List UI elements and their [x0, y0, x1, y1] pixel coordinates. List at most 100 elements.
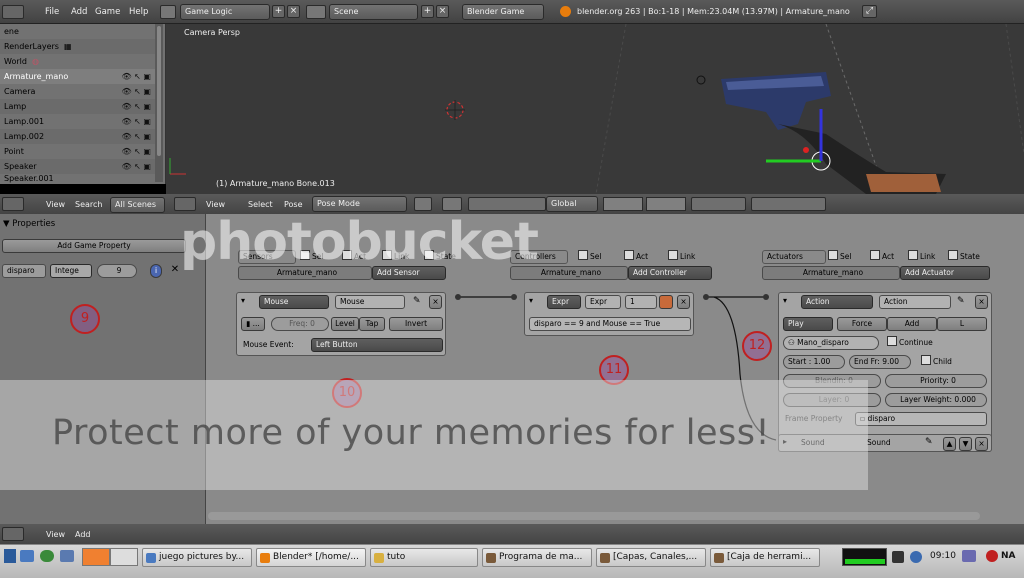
remove-screen-button[interactable]: × [287, 5, 300, 18]
workspace-1[interactable] [82, 548, 110, 566]
move-down-button[interactable]: ▼ [959, 437, 972, 451]
volume-icon[interactable] [892, 551, 904, 563]
add-game-property-button[interactable]: Add Game Property [2, 239, 186, 253]
menu-pose[interactable]: Pose [284, 200, 303, 209]
actuator-type-dropdown[interactable]: Action [801, 295, 873, 309]
network-icon[interactable] [910, 551, 922, 563]
layer-weight-field[interactable]: Layer Weight: 0.000 [885, 393, 987, 407]
outliner-item[interactable]: Lamp.002 👁 ↖ ▣ [0, 129, 155, 144]
task-blender[interactable]: Blender* [/home/... [256, 548, 366, 567]
properties-title[interactable]: ▼ Properties [3, 219, 55, 229]
menu-help[interactable]: Help [129, 7, 148, 17]
fullscreen-button[interactable]: ⤢ [862, 5, 877, 18]
menu-select[interactable]: Select [248, 200, 273, 209]
outliner-item[interactable]: Lamp 👁 ↖ ▣ [0, 99, 155, 114]
outliner-scrollbar[interactable] [155, 24, 163, 182]
property-name-field[interactable]: disparo [2, 264, 46, 278]
task-programa[interactable]: Programa de ma... [482, 548, 592, 567]
desktop-icon[interactable] [60, 550, 74, 562]
add-screen-button[interactable]: + [272, 5, 285, 18]
outliner-item[interactable]: Lamp.001 👁 ↖ ▣ [0, 114, 155, 129]
mode-dropdown[interactable]: Pose Mode [312, 196, 407, 212]
folder-icon[interactable] [20, 550, 34, 562]
render-icons[interactable] [751, 197, 826, 211]
collapse-icon[interactable]: ▾ [783, 296, 787, 305]
manipulator-icons[interactable] [468, 197, 546, 211]
editor-type-icon[interactable] [2, 5, 24, 19]
state-icon[interactable] [659, 295, 673, 309]
shading-icon[interactable] [414, 197, 432, 211]
remove-scene-button[interactable]: × [436, 5, 449, 18]
add-mode-button[interactable]: Add [887, 317, 937, 331]
task-tuto[interactable]: tuto [370, 548, 478, 567]
menu-view[interactable]: View [46, 530, 65, 539]
screen-layout-icon[interactable] [160, 5, 176, 19]
menu-view[interactable]: View [46, 200, 65, 209]
collapse-icon[interactable]: ▾ [529, 296, 533, 305]
force-button[interactable]: Force [837, 317, 887, 331]
outliner-item-selected[interactable]: Armature_mano 👁 ↖ ▣ [0, 69, 155, 84]
property-value-field[interactable]: 9 [97, 264, 137, 278]
action-name-field[interactable]: ⚇ Mano_disparo [783, 336, 879, 350]
actuator-name-field[interactable]: Action [879, 295, 951, 309]
pin-icon[interactable]: ✎ [925, 437, 933, 447]
frame-property-field[interactable]: ▫ disparo [855, 412, 987, 426]
editor-type-icon[interactable] [174, 197, 196, 211]
pose-tool-icons[interactable] [691, 197, 746, 211]
remove-actuator-button[interactable]: × [975, 295, 988, 309]
remove-sound-button[interactable]: × [975, 437, 988, 451]
controller-priority-field[interactable]: 1 [625, 295, 657, 309]
menu-view[interactable]: View [206, 200, 225, 209]
menu-add[interactable]: Add [71, 7, 87, 17]
outliner-item[interactable]: Speaker 👁 ↖ ▣ [0, 159, 155, 174]
scene-field[interactable]: Scene [329, 4, 418, 20]
debug-info-icon[interactable]: i [150, 264, 162, 278]
3d-viewport[interactable]: Camera Persp (1) Armature_mano Bone.013 [166, 24, 1024, 194]
menu-file[interactable]: File [45, 7, 59, 17]
add-scene-button[interactable]: + [421, 5, 434, 18]
orientation-dropdown[interactable]: Global [546, 196, 598, 212]
task-juego[interactable]: juego pictures by... [142, 548, 252, 567]
editor-type-icon[interactable] [2, 527, 24, 541]
layer-buttons[interactable] [603, 197, 643, 211]
editor-type-icon[interactable] [2, 197, 24, 211]
render-engine-dropdown[interactable]: Blender Game [462, 4, 544, 20]
pivot-icon[interactable] [442, 197, 462, 211]
scene-filter-dropdown[interactable]: All Scenes [110, 197, 165, 213]
play-mode-dropdown[interactable]: Play [783, 317, 833, 331]
screen-layout-field[interactable]: Game Logic [180, 4, 270, 20]
move-up-button[interactable]: ▲ [943, 437, 956, 451]
local-button[interactable]: L [937, 317, 987, 331]
expression-field[interactable]: disparo == 9 and Mouse == True [529, 317, 691, 331]
keyboard-layout[interactable]: NA [1001, 551, 1016, 561]
outliner-item[interactable]: Speaker.001 [0, 174, 155, 184]
remove-controller-button[interactable]: × [677, 295, 690, 309]
start-menu-icon[interactable] [4, 549, 16, 563]
logic-scrollbar[interactable] [208, 512, 980, 520]
outliner-item[interactable]: ene [0, 24, 155, 39]
menu-search[interactable]: Search [75, 200, 102, 209]
outliner-item[interactable]: Point 👁 ↖ ▣ [0, 144, 155, 159]
end-frame-field[interactable]: End Fr: 9.00 [849, 355, 911, 369]
start-frame-field[interactable]: Start : 1.00 [783, 355, 845, 369]
pin-icon[interactable]: ✎ [957, 296, 965, 306]
task-caja[interactable]: [Caja de herrami... [710, 548, 820, 567]
display-icon[interactable] [962, 550, 976, 562]
child-checkbox[interactable]: Child [921, 355, 952, 369]
outliner-item[interactable]: RenderLayers ▦ [0, 39, 155, 54]
continue-checkbox[interactable]: Continue [887, 336, 933, 350]
task-capas[interactable]: [Capas, Canales,... [596, 548, 706, 567]
property-type-dropdown[interactable]: Intege [50, 264, 92, 278]
controller-name-field[interactable]: Expr [585, 295, 621, 309]
outliner-item[interactable]: Camera 👁 ↖ ▣ [0, 84, 155, 99]
menu-game[interactable]: Game [95, 7, 120, 17]
menu-add[interactable]: Add [75, 530, 91, 539]
outliner-item[interactable]: World ◍ [0, 54, 155, 69]
scene-icon[interactable] [306, 5, 326, 19]
workspace-2[interactable] [110, 548, 138, 566]
controller-type-dropdown[interactable]: Expr [547, 295, 581, 309]
power-icon[interactable] [986, 550, 998, 562]
layer-buttons[interactable] [646, 197, 686, 211]
browser-icon[interactable] [40, 550, 54, 562]
clock[interactable]: 09:10 [930, 551, 956, 561]
